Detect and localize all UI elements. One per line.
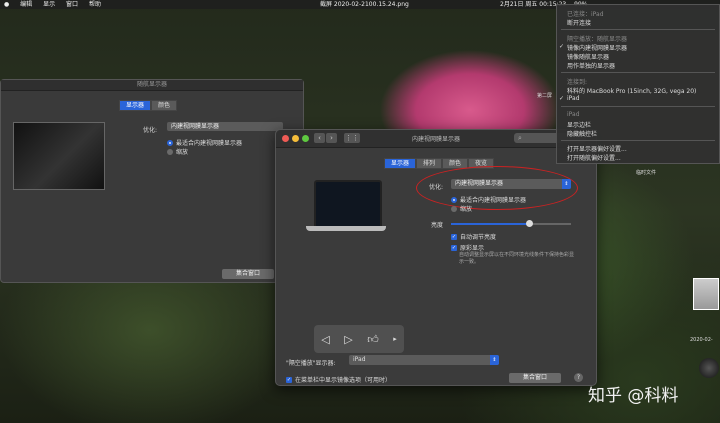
watermark: 知乎 @科料 (588, 386, 679, 406)
radio-best-label: 最适合内建视网膜显示器 (460, 197, 527, 204)
airplay-label: "隔空播放"显示器: (286, 360, 336, 367)
auto-brightness-checkbox[interactable]: ✓ 自动调节亮度 (451, 232, 496, 241)
menu-mirror-builtin[interactable]: 镜像内建视网膜显示器 (559, 43, 627, 52)
optimize-select[interactable]: 内建视网膜显示器 (167, 122, 283, 131)
gather-windows-button[interactable]: 集合窗口 (222, 269, 274, 279)
menu-connect-header: 连接到: (567, 79, 588, 86)
left-triangle-icon[interactable]: ◁ (321, 333, 329, 346)
search-icon: ⌕ (518, 134, 522, 142)
airplay-value: iPad (353, 356, 366, 363)
menu-disconnect[interactable]: 断开连接 (567, 18, 591, 27)
apple-icon[interactable]: ● (4, 1, 9, 8)
laptop-base (306, 226, 386, 231)
sidecar-display-window: 随航显示器 显示器 颜色 优化: 内建视网膜显示器 最适合内建视网膜显示器 缩放… (0, 79, 304, 283)
show-menu-label: 在菜单栏中显示镜像选项（可用时） (295, 377, 392, 384)
airplay-menu: 已连接：iPad 断开连接 隔空播放：随航显示器 镜像内建视网膜显示器 镜像随航… (556, 4, 720, 164)
check-icon: ✓ (286, 376, 292, 383)
builtin-display-window: ‹ › ⋮⋮ 内建视网膜显示器 ⌕ 显示器 排列 颜色 夜览 优化: 内建视网膜… (275, 129, 597, 386)
optimize-label: 优化: (429, 184, 444, 191)
menu-separator (561, 29, 715, 30)
optimize-value: 内建视网膜显示器 (455, 180, 504, 187)
menu-hide-touchbar[interactable]: 隐藏触控栏 (567, 129, 597, 138)
desktop-file-icon[interactable] (693, 278, 719, 310)
radio-scaled[interactable]: 缩放 (451, 204, 472, 213)
menu-mirror-header: 隔空播放：随航显示器 (567, 36, 628, 43)
menu-sidecar-prefs[interactable]: 打开随航偏好设置... (567, 153, 621, 162)
radio-dot (451, 196, 457, 203)
radio-best-label: 最适合内建视网膜显示器 (176, 140, 243, 147)
check-icon: ✓ (451, 233, 457, 240)
radio-scaled-label: 缩放 (176, 149, 189, 156)
optimize-select[interactable]: 内建视网膜显示器 ⇕ (451, 179, 571, 189)
menu-connect-macbook[interactable]: 科料的 MacBook Pro (15inch, 32G, vega 20) (567, 86, 696, 95)
sidecar-toolbar: ◁ ▷ 👍︎ ▸ (314, 325, 404, 353)
help-button[interactable]: ? (574, 373, 583, 382)
chevron-updown-icon: ⇕ (490, 355, 499, 365)
optimize-label: 优化: (143, 127, 158, 134)
tab-arrangement[interactable]: 排列 (416, 158, 443, 169)
gather-windows-button[interactable]: 集合窗口 (509, 373, 561, 383)
laptop-screen (314, 180, 382, 228)
radio-best[interactable]: 最适合内建视网膜显示器 (451, 195, 526, 204)
menu-separator (561, 140, 715, 141)
radio-dot (451, 205, 457, 212)
desktop-label-file: 2020-02- (690, 337, 713, 343)
tab-display[interactable]: 显示器 (384, 158, 417, 169)
airplay-select[interactable]: iPad ⇕ (349, 355, 499, 365)
window-title: 截屏 2020-02-2100.15.24.png (320, 1, 409, 8)
desktop-app-icon[interactable] (699, 358, 719, 378)
window-title: 随航显示器 (1, 80, 303, 91)
laptop-preview (306, 180, 386, 238)
menu-edit[interactable]: 编辑 (20, 1, 32, 8)
desktop-label-temp-files: 临时文件 (636, 170, 657, 176)
menu-show-sidebar[interactable]: 显示边栏 (567, 120, 591, 129)
menu-connect-ipad[interactable]: iPad (559, 95, 579, 102)
menu-display-prefs[interactable]: 打开显示器偏好设置... (567, 144, 627, 153)
show-menu-checkbox[interactable]: ✓ 在菜单栏中显示镜像选项（可用时） (286, 375, 391, 384)
brightness-slider[interactable] (451, 220, 571, 227)
thumbs-up-icon[interactable]: 👍︎ (367, 333, 379, 346)
radio-dot (167, 148, 173, 155)
more-icon[interactable]: ▸ (393, 335, 397, 343)
radio-dot (167, 139, 173, 146)
brightness-label: 亮度 (431, 222, 444, 229)
radio-scaled[interactable]: 缩放 (167, 147, 188, 156)
menu-mirror-sidecar[interactable]: 镜像随航显示器 (567, 52, 609, 61)
true-tone-label: 原彩显示 (460, 245, 485, 252)
menu-separator (561, 106, 715, 107)
menu-separator (561, 72, 715, 73)
menu-help[interactable]: 帮助 (89, 1, 101, 8)
radio-best[interactable]: 最适合内建视网膜显示器 (167, 138, 242, 147)
tab-display[interactable]: 显示器 (119, 100, 152, 111)
menu-ipad-header: iPad (567, 111, 580, 118)
title-bar: ‹ › ⋮⋮ 内建视网膜显示器 ⌕ (276, 130, 596, 148)
tab-color[interactable]: 颜色 (151, 100, 178, 111)
true-tone-description: 自动调整显示屏以在不同环境光线条件下保持色彩显示一致。 (459, 252, 575, 265)
radio-scaled-label: 缩放 (460, 206, 473, 213)
auto-brightness-label: 自动调节亮度 (460, 234, 497, 241)
menu-separate-display[interactable]: 用作单独的显示器 (567, 61, 615, 70)
right-triangle-icon[interactable]: ▷ (344, 333, 352, 346)
menu-connected-header: 已连接：iPad (567, 11, 604, 18)
menu-window[interactable]: 窗口 (66, 1, 78, 8)
chevron-updown-icon: ⇕ (562, 179, 571, 189)
desktop-label-second-screen: 第二屏 (537, 93, 553, 99)
brightness-knob[interactable] (526, 220, 533, 227)
check-icon: ✓ (451, 244, 457, 251)
brightness-fill (451, 223, 529, 225)
display-preview (13, 122, 105, 190)
menu-view[interactable]: 显示 (43, 1, 55, 8)
true-tone-checkbox[interactable]: ✓ 原彩显示 (451, 243, 484, 252)
